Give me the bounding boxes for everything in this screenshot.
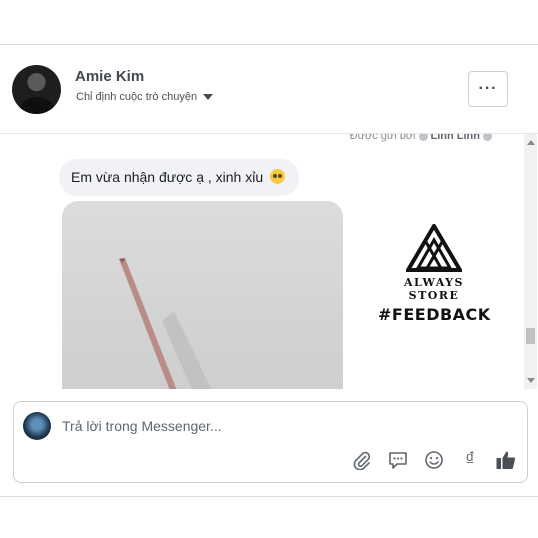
- always-store-logo-icon: [406, 224, 462, 272]
- pleading-face-emoji-icon: [270, 169, 286, 184]
- reply-composer: ₫: [13, 401, 528, 483]
- sent-by-name[interactable]: Linh Linh: [431, 134, 480, 142]
- scroll-up-arrow-icon[interactable]: [527, 140, 535, 145]
- attach-icon[interactable]: [351, 449, 373, 471]
- emoji-icon[interactable]: [423, 449, 445, 471]
- conversation-header: Amie Kim Chỉ định cuộc trò chuyện ···: [0, 45, 538, 134]
- sent-by-line: Được gửi bởi Linh Linh: [350, 134, 492, 142]
- assign-conversation-dropdown[interactable]: Chỉ định cuộc trò chuyện: [76, 91, 214, 103]
- brand-tag: #FEEDBACK: [378, 305, 491, 324]
- like-icon[interactable]: [495, 449, 517, 471]
- composer-toolbar: ₫: [351, 449, 517, 471]
- more-options-button[interactable]: ···: [468, 71, 508, 107]
- contact-avatar[interactable]: [12, 65, 61, 114]
- message-bubble[interactable]: Em vừa nhận được ạ , xinh xỉu: [59, 159, 300, 196]
- assign-label: Chỉ định cuộc trò chuyện: [76, 91, 198, 103]
- scroll-thumb[interactable]: [526, 328, 535, 344]
- message-photo[interactable]: [62, 201, 343, 389]
- quick-reply-icon[interactable]: [387, 449, 409, 471]
- message-text: Em vừa nhận được ạ , xinh xỉu: [71, 169, 264, 185]
- contact-name[interactable]: Amie Kim: [75, 68, 144, 85]
- brand-name: ALWAYS STORE: [404, 276, 464, 302]
- reply-input[interactable]: [62, 416, 482, 436]
- currency-dong-icon[interactable]: ₫: [459, 449, 481, 471]
- page-avatar: [23, 412, 51, 440]
- avatar-figure: [20, 97, 54, 114]
- sent-by-prefix: Được gửi bởi: [349, 134, 416, 142]
- caret-down-icon: [203, 94, 214, 100]
- page-badge-icon: [418, 134, 428, 141]
- scroll-down-arrow-icon[interactable]: [527, 378, 535, 383]
- brand-watermark: ALWAYS STORE #FEEDBACK: [378, 224, 490, 324]
- messenger-panel: Amie Kim Chỉ định cuộc trò chuyện ··· Đư…: [0, 44, 538, 497]
- info-icon[interactable]: [483, 134, 492, 141]
- message-thread: Được gửi bởi Linh Linh Em vừa nhận được …: [0, 134, 538, 389]
- thread-scrollbar[interactable]: [524, 134, 537, 389]
- photo-content: [119, 258, 212, 389]
